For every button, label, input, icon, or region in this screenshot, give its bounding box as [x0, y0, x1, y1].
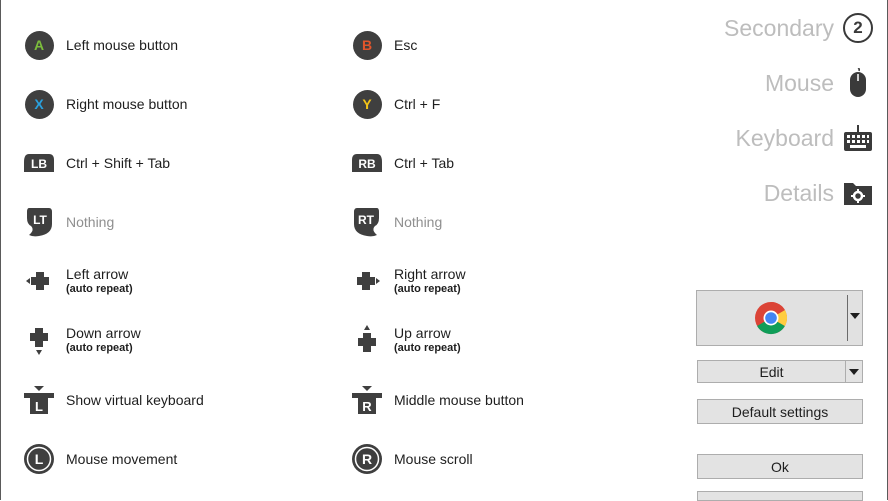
svg-text:LT: LT — [33, 213, 47, 227]
mapping-y[interactable]: Y Ctrl + F — [350, 87, 440, 121]
edit-split-button[interactable]: Edit — [697, 360, 863, 383]
mapping-right-stick[interactable]: R Mouse scroll — [350, 442, 473, 476]
svg-text:R: R — [362, 451, 372, 467]
ok-button[interactable]: Ok — [697, 454, 863, 479]
mapping-left-stick-click[interactable]: L Show virtual keyboard — [22, 383, 204, 417]
auto-repeat-note: (auto repeat) — [394, 342, 461, 354]
mapping-rt[interactable]: RT Nothing — [350, 205, 442, 239]
right-trigger-icon: RT — [350, 205, 384, 239]
nav-mouse-label: Mouse — [764, 69, 834, 96]
mapping-a[interactable]: A Left mouse button — [22, 28, 178, 62]
right-stick-click-icon: R — [350, 383, 384, 417]
left-stick-icon: L — [22, 442, 56, 476]
svg-text:L: L — [35, 451, 44, 467]
mapping-x-label: Right mouse button — [66, 95, 188, 112]
mapping-lb[interactable]: LB Ctrl + Shift + Tab — [22, 146, 170, 180]
default-settings-button[interactable]: Default settings — [697, 399, 863, 424]
mapping-right-stick-click[interactable]: R Middle mouse button — [350, 383, 524, 417]
mapping-dpad-left[interactable]: Left arrow (auto repeat) — [22, 264, 133, 298]
dpad-left-icon — [22, 264, 56, 298]
nav-keyboard[interactable]: Keyboard — [736, 122, 874, 154]
mapping-a-label: Left mouse button — [66, 36, 179, 53]
right-stick-icon: R — [350, 442, 384, 476]
nav-details-label: Details — [763, 179, 834, 206]
mapping-lt[interactable]: LT Nothing — [22, 205, 114, 239]
auto-repeat-note: (auto repeat) — [394, 283, 461, 295]
nav-keyboard-label: Keyboard — [735, 124, 834, 151]
mapping-rt-label: Nothing — [394, 213, 443, 230]
mouse-icon — [842, 67, 874, 99]
mapping-right-stick-label: Mouse scroll — [394, 450, 473, 467]
chevron-down-icon — [849, 369, 859, 375]
edit-button[interactable]: Edit — [697, 360, 846, 383]
mapping-rb-label: Ctrl + Tab — [394, 154, 455, 171]
app-picker-separator — [847, 295, 848, 341]
b-button-icon: B — [350, 28, 384, 62]
mapping-dpad-up[interactable]: Up arrow (auto repeat) — [350, 323, 461, 357]
mapping-rb[interactable]: RB Ctrl + Tab — [350, 146, 454, 180]
mapping-dpad-right-label: Right arrow — [394, 266, 466, 282]
dpad-up-icon — [350, 323, 384, 357]
left-trigger-icon: LT — [22, 205, 56, 239]
mapping-left-stick-click-label: Show virtual keyboard — [66, 391, 204, 408]
keyboard-icon — [842, 122, 874, 154]
nav-secondary[interactable]: Secondary 2 — [724, 12, 874, 44]
svg-text:LB: LB — [31, 157, 47, 171]
edit-dropdown-button[interactable] — [845, 360, 863, 383]
app-picker[interactable] — [696, 290, 863, 346]
mapping-left-stick-label: Mouse movement — [66, 450, 178, 467]
left-stick-click-icon: L — [22, 383, 56, 417]
mapping-b[interactable]: B Esc — [350, 28, 417, 62]
svg-text:R: R — [362, 399, 372, 414]
folder-gear-icon — [842, 177, 874, 209]
mapping-left-stick[interactable]: L Mouse movement — [22, 442, 177, 476]
dpad-down-icon — [22, 323, 56, 357]
dpad-right-icon — [350, 264, 384, 298]
svg-text:L: L — [35, 399, 43, 414]
mapping-dpad-down-label: Down arrow — [66, 325, 141, 341]
mapping-dpad-up-label: Up arrow — [394, 325, 451, 341]
auto-repeat-note: (auto repeat) — [66, 342, 133, 354]
number-two-icon: 2 — [842, 12, 874, 44]
mapping-dpad-right[interactable]: Right arrow (auto repeat) — [350, 264, 466, 298]
chevron-down-icon[interactable] — [850, 313, 860, 319]
right-bumper-icon: RB — [350, 146, 384, 180]
window-border-left — [0, 0, 1, 500]
mapping-x[interactable]: X Right mouse button — [22, 87, 187, 121]
mapping-lb-label: Ctrl + Shift + Tab — [66, 154, 171, 171]
nav-details[interactable]: Details — [764, 177, 874, 209]
a-button-icon: A — [22, 28, 56, 62]
mapping-dpad-down[interactable]: Down arrow (auto repeat) — [22, 323, 141, 357]
svg-text:RB: RB — [358, 157, 376, 171]
nav-mouse[interactable]: Mouse — [765, 67, 874, 99]
y-button-icon: Y — [350, 87, 384, 121]
mapping-dpad-left-label: Left arrow — [66, 266, 129, 282]
svg-text:RT: RT — [358, 213, 375, 227]
chrome-icon — [754, 301, 788, 335]
x-button-icon: X — [22, 87, 56, 121]
auto-repeat-note: (auto repeat) — [66, 283, 133, 295]
mapping-right-stick-click-label: Middle mouse button — [394, 391, 524, 408]
left-bumper-icon: LB — [22, 146, 56, 180]
mapping-b-label: Esc — [394, 36, 418, 53]
mapping-y-label: Ctrl + F — [394, 95, 441, 112]
mapping-lt-label: Nothing — [66, 213, 115, 230]
nav-secondary-label: Secondary — [724, 14, 834, 41]
